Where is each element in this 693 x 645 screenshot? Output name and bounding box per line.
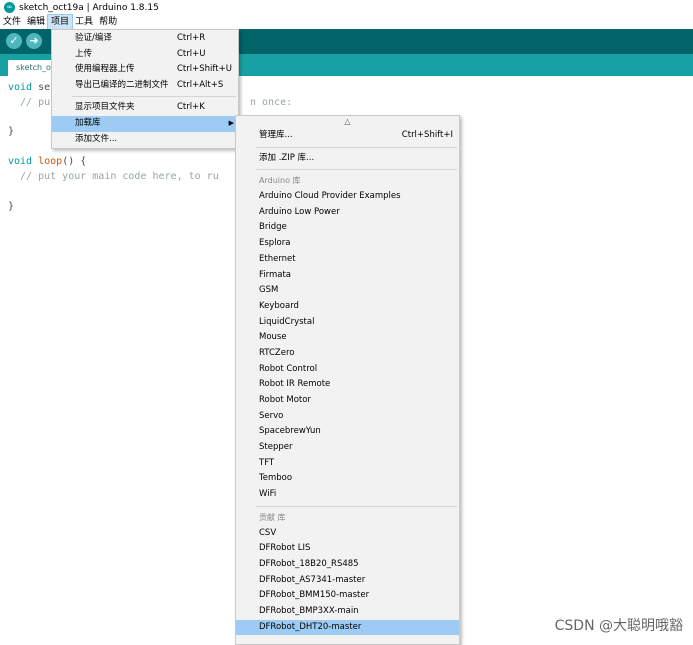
menu-item-upload[interactable]: 上传 Ctrl+U [52,47,238,63]
library-item[interactable]: TFT [236,456,459,472]
library-item[interactable]: Temboo [236,471,459,487]
project-menu: 验证/编译 Ctrl+R 上传 Ctrl+U 使用编程器上传 Ctrl+Shift+U… [51,29,239,150]
menu-tools[interactable]: 工具 [72,15,96,29]
library-item[interactable]: Robot IR Remote [236,377,459,393]
library-item[interactable]: DFRobot LIS [236,541,459,557]
scroll-up-icon[interactable]: △ [236,116,459,128]
upload-button[interactable]: ➜ [26,33,42,49]
library-item[interactable]: CSV [236,526,459,542]
library-item[interactable]: Arduino Low Power [236,205,459,221]
menu-bar: 文件 编辑 项目 工具 帮助 [0,14,693,30]
menu-item-export-binary[interactable]: 导出已编译的二进制文件 Ctrl+Alt+S [52,78,238,94]
library-item[interactable]: LiquidCrystal [236,315,459,331]
keyword: void [8,82,33,93]
window-title: sketch_oct19a | Arduino 1.8.15 [19,2,159,13]
code-text: se [32,82,51,93]
menu-item-label: 显示项目文件夹 [75,102,135,113]
contributed-library-list: CSV DFRobot LIS DFRobot_18B20_RS485 DFRobot… [236,526,459,636]
menu-separator [256,505,457,507]
arrow-right-icon: ➜ [29,34,39,47]
menu-separator [256,146,457,148]
library-item[interactable]: Esplora [236,236,459,252]
menu-item-label: 使用编程器上传 [75,64,135,75]
code-line-3: } [8,126,15,137]
menu-item-shortcut: Ctrl+U [177,48,206,59]
menu-separator [72,96,236,98]
menu-edit[interactable]: 编辑 [24,15,48,29]
arduino-libraries-header: Arduino 库 [259,176,301,186]
code-line-1: void se [8,82,50,93]
keyword: void [8,156,33,167]
menu-item-label: 管理库... [259,130,293,140]
menu-item-shortcut: Ctrl+Shift+U [177,64,232,75]
library-item[interactable]: Stepper [236,440,459,456]
menu-item-shortcut: Ctrl+Alt+S [177,79,224,90]
menu-item-label: 添加文件... [75,133,118,144]
library-item[interactable]: SpacebrewYun [236,424,459,440]
library-item[interactable]: Robot Control [236,362,459,378]
add-zip-library-item[interactable]: 添加 .ZIP 库... [236,151,459,167]
arduino-library-list: Arduino Cloud Provider Examples Arduino L… [236,189,459,503]
code-text: () { [62,156,87,167]
library-item[interactable]: DFRobot_DHT20-master [236,619,459,636]
menu-separator [256,169,457,171]
library-item[interactable]: WiFi [236,487,459,503]
code-line-6: // put your main code here, to ru [8,171,219,182]
arduino-logo-icon: ∞ [4,2,15,13]
library-item[interactable]: DFRobot_18B20_RS485 [236,557,459,573]
menu-item-verify[interactable]: 验证/编译 Ctrl+R [52,31,238,47]
library-item[interactable]: Robot Motor [236,393,459,409]
library-item[interactable]: Firmata [236,268,459,284]
library-item[interactable]: Ethernet [236,252,459,268]
check-icon: ✓ [9,34,19,47]
menu-item-shortcut: Ctrl+R [177,33,206,43]
contributed-libraries-header: 贡献 库 [259,512,286,522]
menu-file[interactable]: 文件 [0,15,24,29]
menu-item-shortcut: Ctrl+Shift+I [401,130,453,140]
menu-item-add-file[interactable]: 添加文件... [52,132,238,148]
library-item[interactable]: DFRobot_AS7341-master [236,573,459,589]
code-line-2: // pu [8,97,51,108]
library-item[interactable]: DFRobot_BMM150-master [236,588,459,604]
manage-libraries-item[interactable]: 管理库... Ctrl+Shift+I [236,128,459,144]
library-item[interactable]: DFRobot_BMP3XX-main [236,604,459,620]
menu-item-shortcut: Ctrl+K [177,102,205,113]
menu-help[interactable]: 帮助 [96,15,120,29]
submenu-arrow-icon: ▶ [228,118,234,127]
tab-sketch[interactable]: sketch_oct19a [8,60,54,76]
menu-item-label: 导出已编译的二进制文件 [75,79,169,90]
code-line-5: void loop() { [8,156,86,167]
library-item[interactable]: Arduino Cloud Provider Examples [236,189,459,205]
library-item[interactable]: Servo [236,409,459,425]
title-bar: ∞ sketch_oct19a | Arduino 1.8.15 [0,0,693,15]
code-line-8: } [8,201,15,212]
code-line-2-tail: n once: [250,97,293,108]
menu-project[interactable]: 项目 [47,14,74,30]
menu-item-show-folder[interactable]: 显示项目文件夹 Ctrl+K [52,100,238,116]
library-item[interactable]: GSM [236,283,459,299]
function-name: loop [38,156,63,167]
watermark: CSDN @大聪明哦豁 [554,618,683,634]
menu-item-upload-programmer[interactable]: 使用编程器上传 Ctrl+Shift+U [52,62,238,78]
library-item[interactable]: Bridge [236,220,459,236]
library-item[interactable]: Keyboard [236,299,459,315]
menu-item-include-library[interactable]: 加载库 ▶ [52,115,238,132]
library-submenu: △ 管理库... Ctrl+Shift+I 添加 .ZIP 库... Arduin… [235,115,460,645]
menu-item-label: 上传 [75,48,93,59]
verify-button[interactable]: ✓ [6,33,22,49]
library-item[interactable]: Mouse [236,330,459,346]
menu-item-label: 验证/编译 [75,33,112,43]
menu-item-label: 加载库 [75,117,101,128]
library-item[interactable]: RTCZero [236,346,459,362]
